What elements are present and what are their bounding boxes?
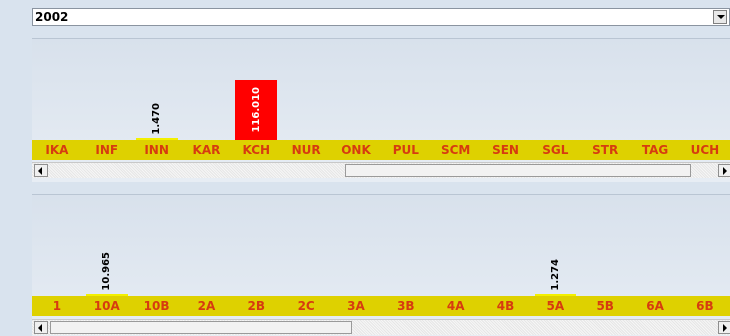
scroll-left-icon[interactable] bbox=[34, 321, 48, 334]
category-label: 3B bbox=[397, 299, 415, 313]
bar-value-label: 1.470 bbox=[151, 103, 163, 135]
bar-value-label: 116.010 bbox=[250, 87, 262, 133]
category-label: NUR bbox=[291, 143, 321, 157]
scroll-right-icon[interactable] bbox=[718, 164, 730, 177]
scroll-left-icon[interactable] bbox=[34, 164, 48, 177]
top-horizontal-scrollbar[interactable] bbox=[32, 162, 730, 178]
category-label: SCM bbox=[440, 143, 471, 157]
category-label: UCH bbox=[690, 143, 720, 157]
year-select[interactable]: 2002 bbox=[32, 8, 730, 26]
scroll-thumb[interactable] bbox=[345, 164, 691, 177]
bar-value-label: 1.274 bbox=[550, 259, 561, 291]
category-label: 4A bbox=[446, 299, 465, 313]
bar-value-label: 10.965 bbox=[101, 252, 113, 291]
bottom-bar-area: 10.965 1.274 bbox=[32, 195, 730, 296]
category-label: KCH bbox=[242, 143, 271, 157]
category-label: TAG bbox=[641, 143, 669, 157]
category-label: PUL bbox=[392, 143, 419, 157]
year-select-value: 2002 bbox=[35, 10, 69, 24]
category-label: 5B bbox=[596, 299, 614, 313]
category-label: 5A bbox=[546, 299, 565, 313]
bottom-horizontal-scrollbar[interactable] bbox=[32, 319, 730, 335]
category-label: 4B bbox=[496, 299, 515, 313]
category-label: SGL bbox=[542, 143, 569, 157]
category-label: SEN bbox=[492, 143, 519, 157]
top-category-strip: IKA INF INN KAR KCH NUR ONK PUL SCM SEN SGL STR TAG U… bbox=[32, 140, 730, 160]
category-label: 1 bbox=[52, 299, 62, 313]
category-label: KAR bbox=[192, 143, 221, 157]
category-label: 2B bbox=[247, 299, 266, 313]
top-bar-area: 1.470 116.010 bbox=[32, 39, 730, 140]
category-label: 10A bbox=[93, 299, 120, 313]
category-label: 10B bbox=[143, 299, 170, 313]
category-label: 2A bbox=[197, 299, 216, 313]
category-label: IKA bbox=[45, 143, 69, 157]
chevron-down-icon[interactable] bbox=[713, 10, 727, 24]
category-label: 2C bbox=[297, 299, 315, 313]
category-label: 6A bbox=[646, 299, 664, 313]
category-label: INN bbox=[144, 143, 169, 157]
category-label: 3A bbox=[347, 299, 365, 313]
category-label: STR bbox=[592, 143, 619, 157]
scroll-thumb[interactable] bbox=[50, 321, 352, 334]
category-label: 6B bbox=[696, 299, 714, 313]
category-label: ONK bbox=[341, 143, 371, 157]
top-chart-panel: 1.470 116.010 IKA INF INN KAR KCH NUR ONK PUL SCM… bbox=[32, 38, 730, 182]
bottom-category-strip: 1 10A 10B 2A 2B 2C 3A 3B 4A 4B 5A 5B 6A 6B bbox=[32, 296, 730, 316]
scroll-right-icon[interactable] bbox=[718, 321, 730, 334]
category-label: INF bbox=[95, 143, 119, 157]
bottom-chart-panel: 10.965 1.274 1 10A 10B 2A 2B 2C 3A 3B 4A 4B 5A 5B 6A 6… bbox=[32, 194, 730, 336]
